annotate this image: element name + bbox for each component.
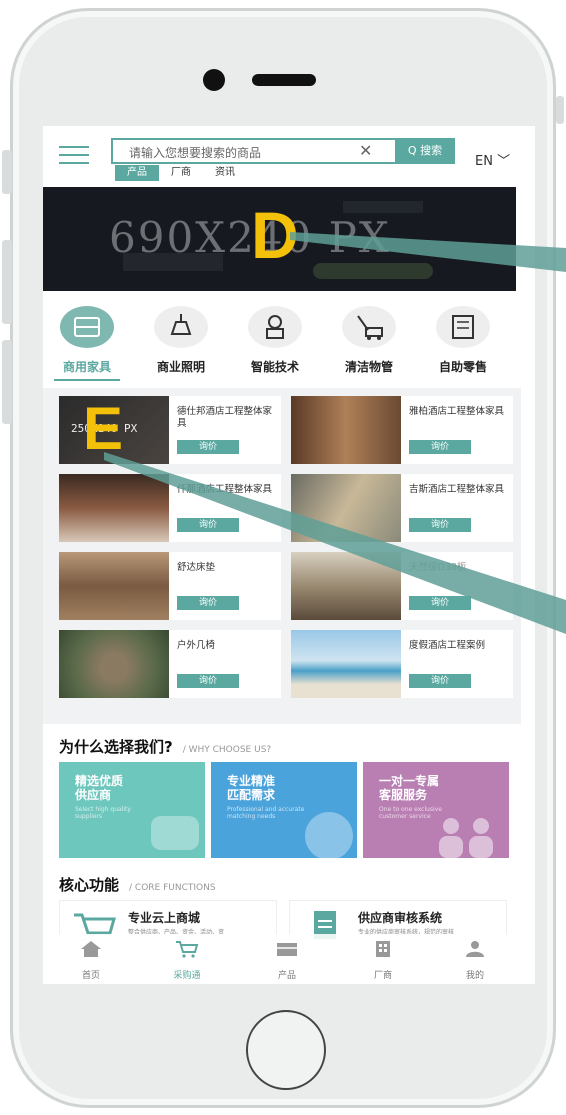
product-name: 雅柏酒店工程整体家具 xyxy=(409,406,505,417)
tab-label: 厂商 xyxy=(373,971,392,981)
search-input[interactable]: 请输入您想要搜索的商品 xyxy=(129,144,261,161)
why-title: 为什么选择我们? xyxy=(59,738,173,756)
tab-label: 我的 xyxy=(465,971,484,981)
inquiry-button[interactable]: 询价 xyxy=(409,596,471,610)
why-card-service[interactable]: 一对一专属 客服服务 One to one exclusive customer… xyxy=(363,762,509,858)
scope-tab-vendor[interactable]: 厂商 xyxy=(159,165,203,181)
category-smart-tech[interactable]: 智能技术 xyxy=(235,306,315,375)
robot-icon xyxy=(248,306,302,348)
product-image xyxy=(291,396,401,464)
product-image xyxy=(291,474,401,542)
category-label: 商用家具 xyxy=(62,360,111,374)
product-image xyxy=(59,630,169,698)
inquiry-button[interactable]: 询价 xyxy=(177,440,239,454)
bottom-tab-bar: 首页 采购通 产品 厂商 我的 xyxy=(43,934,535,984)
category-label: 商业照明 xyxy=(156,360,205,374)
product-image xyxy=(291,630,401,698)
category-lighting[interactable]: 商业照明 xyxy=(141,306,221,375)
banner-placeholder-text: 690X240 PX xyxy=(109,213,391,262)
why-subtitle: / WHY CHOOSE US? xyxy=(182,745,272,755)
product-card[interactable]: 舒达床垫 询价 xyxy=(59,552,281,620)
inquiry-button[interactable]: 询价 xyxy=(409,518,471,532)
product-image xyxy=(59,552,169,620)
category-cleaning[interactable]: 清洁物管 xyxy=(329,306,409,375)
search-button[interactable]: Q 搜索 xyxy=(395,138,455,164)
user-icon xyxy=(466,941,484,957)
product-card[interactable]: 仟那酒店工程整体家具 询价 xyxy=(59,474,281,542)
product-card[interactable]: 雅柏酒店工程整体家具 询价 xyxy=(291,396,513,464)
mower-icon xyxy=(342,306,396,348)
building-icon xyxy=(376,941,390,957)
product-card[interactable]: 吉斯酒店工程整体家具 询价 xyxy=(291,474,513,542)
product-name: 天然级D38板 xyxy=(409,562,467,573)
core-item-title: 供应商审核系统 xyxy=(358,911,443,925)
tab-label: 产品 xyxy=(277,971,296,981)
core-item-title: 专业云上商城 xyxy=(128,911,201,925)
vending-icon xyxy=(436,306,490,348)
tab-purchasing[interactable]: 采购通 xyxy=(157,940,217,981)
category-label: 智能技术 xyxy=(250,360,299,374)
inquiry-button[interactable]: 询价 xyxy=(177,674,239,688)
tab-home[interactable]: 首页 xyxy=(61,940,121,981)
product-image xyxy=(291,552,401,620)
why-card-suppliers[interactable]: 精选优质 供应商 Select high quality suppliers xyxy=(59,762,205,858)
core-title: 核心功能 xyxy=(59,876,120,894)
product-name: 舒达床垫 xyxy=(177,562,216,573)
product-name: 户外几椅 xyxy=(177,640,216,651)
product-image xyxy=(59,474,169,542)
inquiry-button[interactable]: 询价 xyxy=(177,518,239,532)
inquiry-button[interactable]: 询价 xyxy=(409,674,471,688)
category-commercial-furniture[interactable]: 商用家具 xyxy=(47,306,127,381)
volume-up-button xyxy=(2,240,12,324)
product-card[interactable]: 天然级D38板 询价 xyxy=(291,552,513,620)
menu-icon[interactable] xyxy=(59,146,89,166)
product-name: 吉斯酒店工程整体家具 xyxy=(409,484,505,495)
language-switch[interactable]: EN ﹀ xyxy=(475,150,510,169)
category-label: 清洁物管 xyxy=(344,360,393,374)
scope-tab-product[interactable]: 产品 xyxy=(115,165,159,181)
search-bar[interactable]: 请输入您想要搜索的商品 ✕ Q 搜索 xyxy=(111,138,455,164)
category-nav: 商用家具 商业照明 智能技术 清洁物管 自助零售 xyxy=(43,306,535,384)
hero-banner[interactable]: 690X240 PX D xyxy=(43,187,516,291)
tab-products[interactable]: 产品 xyxy=(257,940,317,981)
product-card[interactable]: 度假酒店工程案例 询价 xyxy=(291,630,513,698)
category-vending[interactable]: 自助零售 xyxy=(423,306,503,375)
cart-icon xyxy=(176,941,199,958)
front-camera xyxy=(203,69,225,91)
earpiece-speaker xyxy=(252,74,316,86)
category-label: 自助零售 xyxy=(438,360,487,374)
core-subtitle: / CORE FUNCTIONS xyxy=(129,883,216,893)
product-grid: 250X140 PX 德仕邦酒店工程整体家具 询价 雅柏酒店工程整体家具 询价 … xyxy=(43,388,521,724)
lamp-icon xyxy=(154,306,208,348)
sofa-icon xyxy=(60,306,114,348)
product-name: 德仕邦酒店工程整体家具 xyxy=(177,406,273,429)
inquiry-button[interactable]: 询价 xyxy=(409,440,471,454)
product-name: 度假酒店工程案例 xyxy=(409,640,486,651)
inquiry-button[interactable]: 询价 xyxy=(177,596,239,610)
why-card-illustration xyxy=(305,812,353,858)
why-card-matching[interactable]: 专业精准 匹配需求 Professional and accurate matc… xyxy=(211,762,357,858)
tab-label: 采购通 xyxy=(173,971,201,981)
mute-switch xyxy=(2,150,12,194)
power-button xyxy=(556,96,564,124)
product-name: 仟那酒店工程整体家具 xyxy=(177,484,273,495)
tab-profile[interactable]: 我的 xyxy=(445,940,505,981)
app-screen: 请输入您想要搜索的商品 ✕ Q 搜索 EN ﹀ 产品 厂商 资讯 690X240… xyxy=(43,126,535,984)
clear-icon[interactable]: ✕ xyxy=(359,141,372,160)
volume-down-button xyxy=(2,340,12,424)
product-card[interactable]: 户外几椅 询价 xyxy=(59,630,281,698)
scope-tab-news[interactable]: 资讯 xyxy=(203,165,247,181)
core-section-title: 核心功能 / CORE FUNCTIONS xyxy=(59,874,216,895)
people-icon xyxy=(439,818,493,858)
tab-vendors[interactable]: 厂商 xyxy=(353,940,413,981)
annotation-marker-d: D xyxy=(251,198,299,272)
box-icon xyxy=(277,943,297,956)
tab-label: 首页 xyxy=(81,971,100,981)
why-card-illustration xyxy=(151,816,199,850)
home-button[interactable] xyxy=(246,1010,326,1090)
why-section-title: 为什么选择我们? / WHY CHOOSE US? xyxy=(59,736,271,757)
home-icon xyxy=(81,941,101,957)
annotation-marker-e: E xyxy=(83,395,124,462)
search-scope-tabs: 产品 厂商 资讯 xyxy=(115,165,247,181)
